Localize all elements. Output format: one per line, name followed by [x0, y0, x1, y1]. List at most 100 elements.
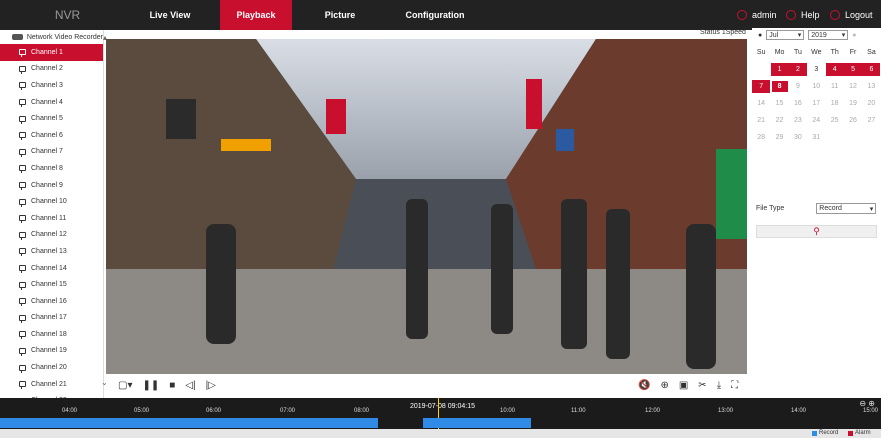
- calendar-day[interactable]: 12: [844, 80, 862, 93]
- calendar-day[interactable]: 27: [862, 114, 880, 127]
- sidebar-item-channel[interactable]: Channel 8: [0, 160, 103, 177]
- channel-label: Channel 9: [31, 181, 63, 189]
- split-screen-icon[interactable]: ▢▾: [118, 380, 132, 391]
- calendar-day[interactable]: 20: [862, 97, 880, 110]
- month-select[interactable]: Jul ▾: [766, 30, 805, 40]
- sidebar-item-channel[interactable]: Channel 14: [0, 260, 103, 277]
- calendar-day[interactable]: 10: [807, 80, 825, 93]
- timeline-hour-label: 07:00: [280, 408, 296, 414]
- prev-month-icon[interactable]: ●: [758, 32, 762, 39]
- sidebar-item-channel[interactable]: Channel 11: [0, 210, 103, 227]
- channel-label: Channel 10: [31, 198, 67, 206]
- sidebar-item-channel[interactable]: Channel 18: [0, 326, 103, 343]
- calendar-day[interactable]: 17: [807, 97, 825, 110]
- download-icon[interactable]: ⤓: [717, 380, 721, 391]
- sidebar-item-channel[interactable]: Channel 1: [0, 44, 103, 61]
- fullscreen-icon[interactable]: ⛶: [731, 380, 738, 391]
- playback-timeline[interactable]: 04:00 05:00 06:00 07:00 08:00 10:00 11:00 12:00…: [0, 398, 881, 429]
- calendar-day[interactable]: 23: [789, 114, 807, 127]
- calendar-day[interactable]: 31: [807, 131, 825, 144]
- sidebar-item-channel[interactable]: Channel 10: [0, 193, 103, 210]
- calendar-day[interactable]: 24: [807, 114, 825, 127]
- sidebar-item-channel[interactable]: Channel 6: [0, 127, 103, 144]
- logout-icon: [830, 10, 840, 20]
- weekday-header: Th: [830, 49, 839, 56]
- calendar-day[interactable]: 7: [752, 80, 771, 93]
- weekday-header: Tu: [793, 49, 802, 56]
- calendar-day[interactable]: 21: [752, 114, 770, 127]
- calendar-day[interactable]: 11: [826, 80, 844, 93]
- sidebar-item-channel[interactable]: Channel 21: [0, 376, 103, 393]
- camera-icon: [19, 132, 26, 141]
- sidebar-item-channel[interactable]: Channel 3: [0, 77, 103, 94]
- sidebar-item-channel[interactable]: Channel 12: [0, 227, 103, 244]
- scroll-down-icon[interactable]: ⌄: [101, 378, 108, 387]
- snapshot-icon[interactable]: ▣: [679, 380, 688, 391]
- timeline-zoom[interactable]: ⊖ ⊕: [859, 399, 875, 408]
- sidebar-item-channel[interactable]: Channel 16: [0, 293, 103, 310]
- sidebar-item-channel[interactable]: Channel 17: [0, 310, 103, 327]
- sidebar-item-channel[interactable]: Channel 7: [0, 144, 103, 161]
- camera-icon: [19, 347, 26, 356]
- sidebar-item-channel[interactable]: Channel 9: [0, 177, 103, 194]
- calendar-day[interactable]: 8: [770, 80, 789, 93]
- zoom-icon[interactable]: ⊕: [660, 380, 668, 391]
- logout-link[interactable]: Logout: [830, 0, 873, 30]
- mute-icon[interactable]: 🔇: [638, 380, 650, 391]
- calendar-day[interactable]: 9: [789, 80, 807, 93]
- nav-live-view[interactable]: Live View: [135, 0, 205, 30]
- calendar-day[interactable]: 28: [752, 131, 770, 144]
- nav-playback[interactable]: Playback: [220, 0, 292, 30]
- calendar-day[interactable]: 30: [789, 131, 807, 144]
- channel-label: Channel 1: [31, 48, 63, 56]
- calendar-day[interactable]: 15: [771, 97, 789, 110]
- calendar-day[interactable]: 4: [825, 63, 844, 76]
- sidebar-item-channel[interactable]: Channel 15: [0, 276, 103, 293]
- video-status: Status 1Speed: [700, 29, 746, 36]
- search-button[interactable]: ⚲: [756, 225, 877, 238]
- slow-icon[interactable]: ◁|: [185, 380, 195, 391]
- nav-picture[interactable]: Picture: [300, 0, 380, 30]
- calendar-day[interactable]: 14: [752, 97, 770, 110]
- calendar-day[interactable]: 5: [844, 63, 863, 76]
- calendar-day[interactable]: 18: [826, 97, 844, 110]
- calendar-day[interactable]: 16: [789, 97, 807, 110]
- sidebar-item-channel[interactable]: Channel 5: [0, 110, 103, 127]
- timeline-hour-label: 04:00: [62, 408, 78, 414]
- username: admin: [752, 10, 777, 20]
- pause-icon[interactable]: ❚❚: [142, 380, 159, 391]
- user-icon: [737, 10, 747, 20]
- video-player[interactable]: [106, 39, 747, 374]
- sidebar-item-channel[interactable]: Channel 13: [0, 243, 103, 260]
- sidebar-item-channel[interactable]: Channel 2: [0, 61, 103, 78]
- calendar-day[interactable]: 3: [807, 63, 825, 76]
- help-label: Help: [801, 10, 820, 20]
- sidebar-item-channel[interactable]: Channel 4: [0, 94, 103, 111]
- calendar-day[interactable]: 19: [844, 97, 862, 110]
- timeline-hour-label: 10:00: [500, 408, 516, 414]
- calendar-day[interactable]: 26: [844, 114, 862, 127]
- camera-icon: [19, 49, 26, 58]
- calendar-day[interactable]: 29: [771, 131, 789, 144]
- clip-icon[interactable]: ✂: [698, 380, 706, 391]
- legend-alarm: Alarm: [848, 430, 871, 436]
- calendar-day[interactable]: 6: [862, 63, 881, 76]
- calendar-day[interactable]: 1: [770, 63, 789, 76]
- calendar-day[interactable]: 2: [788, 63, 807, 76]
- calendar-day[interactable]: 13: [862, 80, 880, 93]
- sidebar-item-channel[interactable]: Channel 19: [0, 343, 103, 360]
- nvr-root-node[interactable]: Network Video Recorder: [0, 30, 103, 44]
- user-menu[interactable]: admin: [737, 0, 777, 30]
- sidebar-item-channel[interactable]: Channel 20: [0, 359, 103, 376]
- stop-icon[interactable]: ■: [169, 380, 175, 391]
- file-type-select[interactable]: Record ▾: [816, 203, 877, 214]
- camera-icon: [19, 215, 26, 224]
- year-select[interactable]: 2019 ▾: [808, 30, 849, 40]
- next-month-icon[interactable]: ●: [852, 32, 856, 39]
- fast-icon[interactable]: |▷: [206, 380, 216, 391]
- year-value: 2019: [811, 31, 827, 39]
- calendar-day[interactable]: 25: [826, 114, 844, 127]
- help-link[interactable]: Help: [786, 0, 820, 30]
- nav-configuration[interactable]: Configuration: [385, 0, 485, 30]
- calendar-day[interactable]: 22: [771, 114, 789, 127]
